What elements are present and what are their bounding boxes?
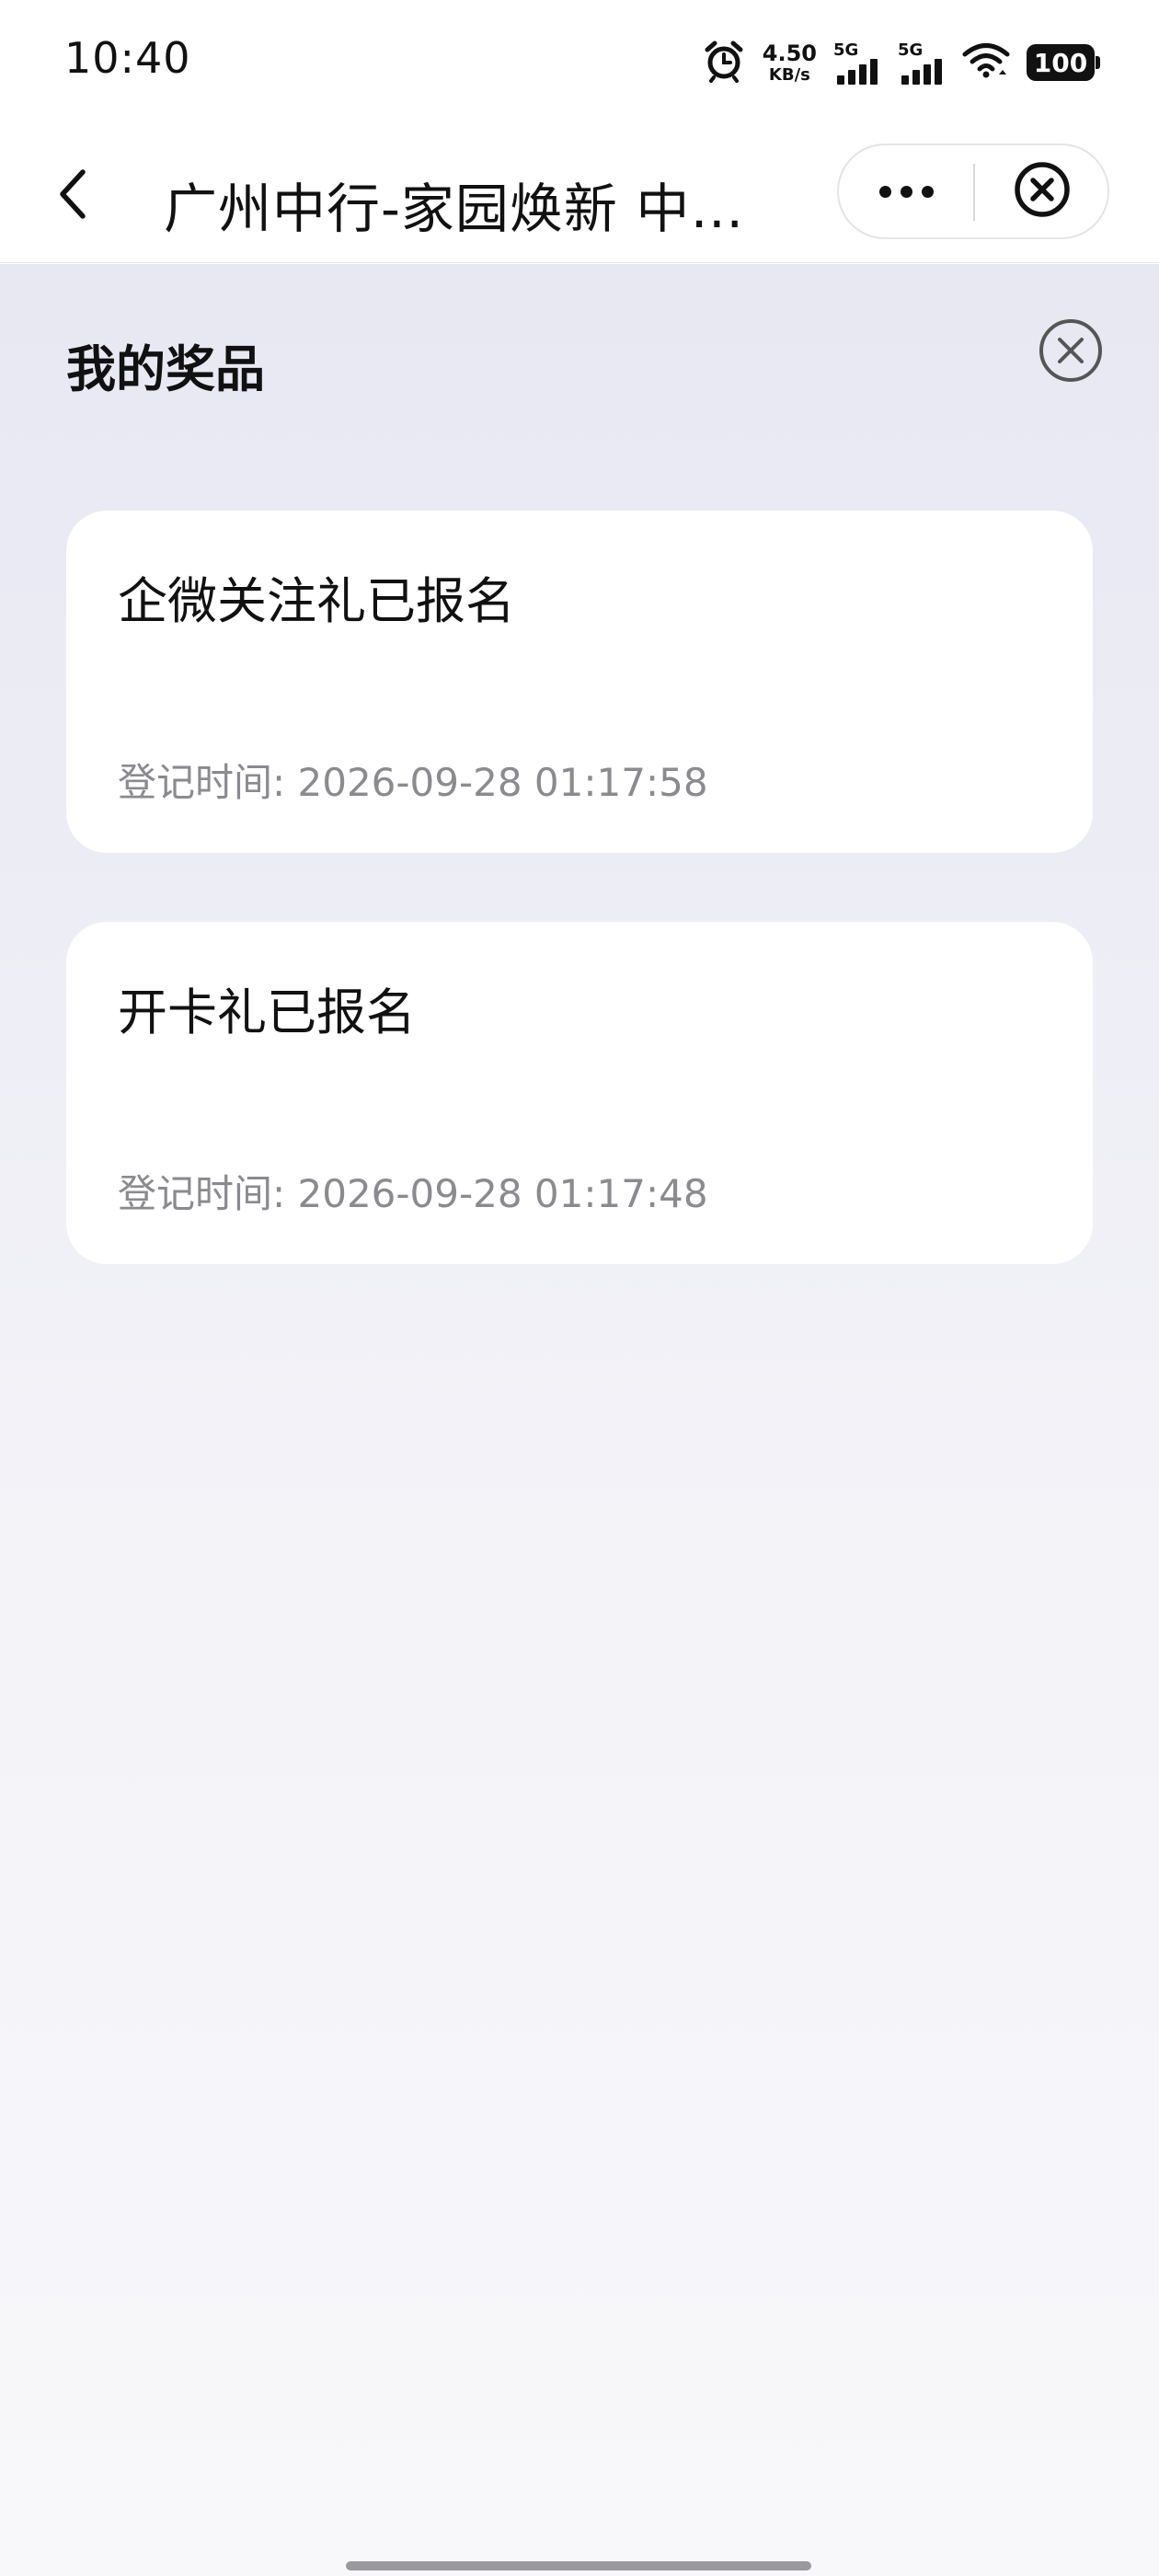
status-icons: 4.50 KB/s 5G 5G 100 [702,37,1100,88]
prize-card: 开卡礼已报名 登记时间: 2026-09-28 01:17:48 [66,922,1093,1264]
home-indicator[interactable] [346,2561,811,2570]
alarm-icon [702,39,746,86]
signal-icon: 5G [898,40,946,85]
net-speed: 4.50 KB/s [763,42,817,84]
prize-name: 企微关注礼已报名 [118,572,515,630]
prize-registration-time: 登记时间: 2026-09-28 01:17:48 [118,1171,708,1216]
close-panel-button[interactable] [1038,319,1104,385]
net-speed-unit: KB/s [768,64,810,85]
more-button[interactable] [839,145,973,237]
close-circle-icon [1012,159,1073,224]
status-time: 10:40 [64,33,191,83]
back-arrow-icon [55,167,92,225]
prize-registration-time: 登记时间: 2026-09-28 01:17:58 [118,760,708,805]
prize-list: 企微关注礼已报名 登记时间: 2026-09-28 01:17:58 开卡礼已报… [66,511,1093,1333]
nav-title: 广州中行-家园焕新 中国银行广州分行 [164,178,789,240]
battery-icon: 100 [1027,44,1100,81]
signal-icon: 5G [833,40,881,85]
back-button[interactable] [37,159,110,233]
sim2-label: 5G [898,40,924,60]
net-speed-value: 4.50 [762,40,817,66]
wifi-icon [962,42,1010,83]
more-dots-icon [878,185,934,198]
close-circle-icon [1038,317,1104,387]
capsule-divider [973,164,975,221]
prize-name: 开卡礼已报名 [118,983,416,1041]
exit-mini-program-button[interactable] [977,145,1107,237]
prize-card: 企微关注礼已报名 登记时间: 2026-09-28 01:17:58 [66,511,1093,853]
sim1-label: 5G [833,40,859,60]
mini-program-nav-bar: 广州中行-家园焕新 中国银行广州分行 [0,129,1159,263]
battery-level: 100 [1033,47,1088,78]
page-title: 我的奖品 [66,340,265,398]
capsule-menu [837,144,1109,239]
status-bar: 10:40 4.50 KB/s 5G 5G 100 [0,0,1159,129]
prizes-panel: 我的奖品 企微关注礼已报名 登记时间: 2026-09-28 01:17:58 … [0,264,1159,2576]
